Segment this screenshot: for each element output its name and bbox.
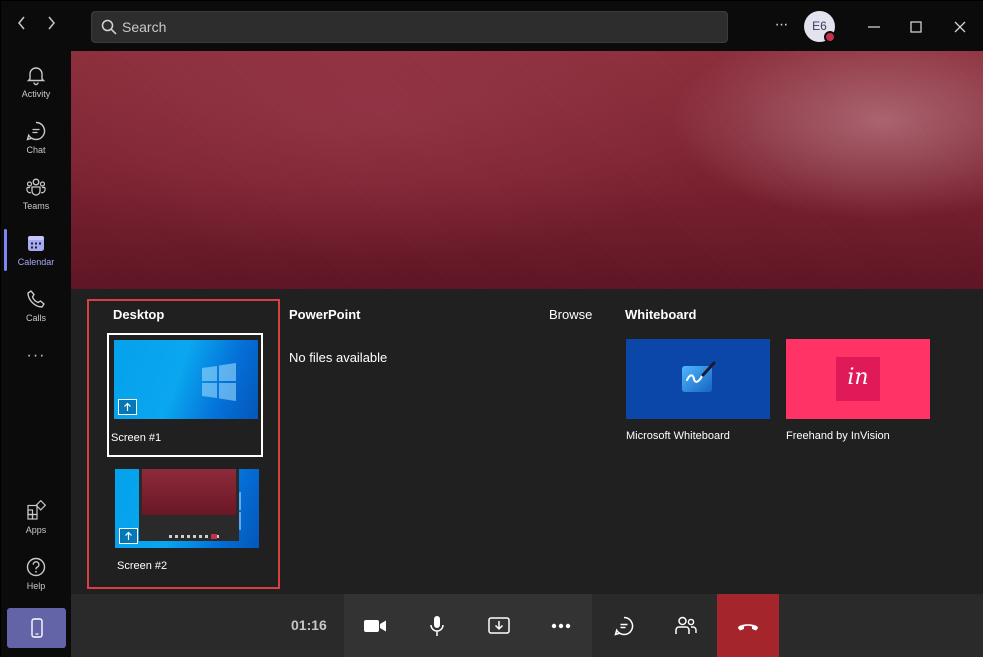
- freehand-invision-option[interactable]: in Freehand by InVision: [786, 339, 930, 442]
- bell-icon: [26, 67, 46, 86]
- invision-logo-icon: in: [836, 357, 880, 401]
- screen-option-1[interactable]: Screen #1: [107, 333, 263, 457]
- minimize-icon[interactable]: [862, 15, 886, 39]
- video-stage: [71, 51, 983, 289]
- microphone-button[interactable]: [406, 594, 468, 657]
- rail-item-chat[interactable]: Chat: [1, 113, 71, 167]
- screen-option-2[interactable]: Screen #2: [112, 469, 268, 579]
- participants-icon: [675, 616, 697, 634]
- share-screen-icon: [119, 528, 138, 544]
- rail-label: Chat: [26, 145, 46, 155]
- microsoft-whiteboard-tile: [626, 339, 770, 419]
- rail-label: Calendar: [17, 257, 55, 267]
- share-content-button[interactable]: [468, 594, 530, 657]
- more-options-icon[interactable]: ···: [770, 13, 792, 37]
- whiteboard-label: Microsoft Whiteboard: [626, 430, 730, 442]
- avatar[interactable]: E6: [804, 11, 836, 43]
- call-timer: 01:16: [291, 617, 327, 633]
- microphone-icon: [430, 615, 444, 636]
- chat-icon: [614, 616, 634, 636]
- whiteboard-title: Whiteboard: [625, 307, 697, 322]
- camera-icon: [364, 619, 386, 632]
- screen-label: Screen #1: [111, 432, 162, 444]
- hang-up-icon: [738, 623, 758, 630]
- avatar-initials: E6: [812, 19, 827, 33]
- browse-button[interactable]: Browse: [549, 307, 592, 322]
- rail-item-help[interactable]: Help: [1, 549, 71, 603]
- rail-item-calls[interactable]: Calls: [1, 281, 71, 335]
- phone-icon: [27, 290, 45, 308]
- rail-label: Calls: [25, 313, 46, 323]
- powerpoint-title: PowerPoint: [289, 307, 361, 322]
- whiteboard-logo-icon: [682, 361, 716, 392]
- back-icon[interactable]: [12, 15, 32, 37]
- powerpoint-empty-message: No files available: [289, 350, 388, 365]
- mini-teams-window: [139, 469, 239, 541]
- show-participants-button[interactable]: [655, 594, 717, 657]
- teams-icon: [26, 178, 46, 196]
- close-icon[interactable]: [948, 15, 972, 39]
- mobile-device-icon: [30, 618, 43, 638]
- left-rail: Activity Chat Teams Calendar Calls ··· A…: [1, 51, 71, 657]
- search-icon: [101, 19, 117, 35]
- search-box[interactable]: [91, 11, 728, 43]
- chat-icon: [26, 121, 46, 141]
- media-controls: [344, 594, 592, 657]
- call-in-progress-button[interactable]: [7, 608, 66, 648]
- more-icon: [551, 623, 571, 628]
- rail-item-activity[interactable]: Activity: [1, 57, 71, 111]
- rail-label: Help: [26, 581, 46, 591]
- maximize-icon[interactable]: [904, 15, 928, 39]
- share-tray: Desktop Screen #1 Screen #2 PowerPoint N…: [71, 289, 983, 594]
- title-bar: ··· E6: [1, 1, 983, 51]
- rail-label: Apps: [25, 525, 47, 535]
- whiteboard-label: Freehand by InVision: [786, 430, 890, 442]
- camera-button[interactable]: [344, 594, 406, 657]
- call-controls-bar: 01:16: [71, 594, 983, 657]
- desktop-title: Desktop: [113, 307, 165, 322]
- hang-up-button[interactable]: [717, 594, 779, 657]
- microsoft-whiteboard-option[interactable]: Microsoft Whiteboard: [626, 339, 770, 442]
- calendar-icon: [28, 236, 44, 251]
- show-conversation-button[interactable]: [593, 594, 655, 657]
- share-tray-icon: [488, 616, 510, 634]
- apps-icon: [27, 500, 47, 520]
- screen-thumbnail: [114, 340, 258, 419]
- status-busy-icon: [824, 31, 836, 43]
- forward-icon[interactable]: [41, 15, 61, 37]
- windows-logo-icon: [202, 363, 236, 401]
- screen-label: Screen #2: [117, 560, 168, 572]
- screen-thumbnail: [115, 469, 259, 548]
- rail-item-apps[interactable]: Apps: [1, 493, 71, 547]
- rail-label: Activity: [21, 89, 51, 99]
- more-actions-button[interactable]: [530, 594, 592, 657]
- more-apps-icon[interactable]: ···: [1, 347, 71, 365]
- rail-label: Teams: [22, 201, 50, 211]
- share-screen-icon: [118, 399, 137, 415]
- rail-item-calendar[interactable]: Calendar: [1, 225, 71, 279]
- rail-item-teams[interactable]: Teams: [1, 169, 71, 223]
- teams-window: ··· E6 Activity Chat: [0, 0, 983, 657]
- freehand-tile: in: [786, 339, 930, 419]
- search-input[interactable]: [122, 16, 712, 38]
- help-icon: [26, 557, 46, 577]
